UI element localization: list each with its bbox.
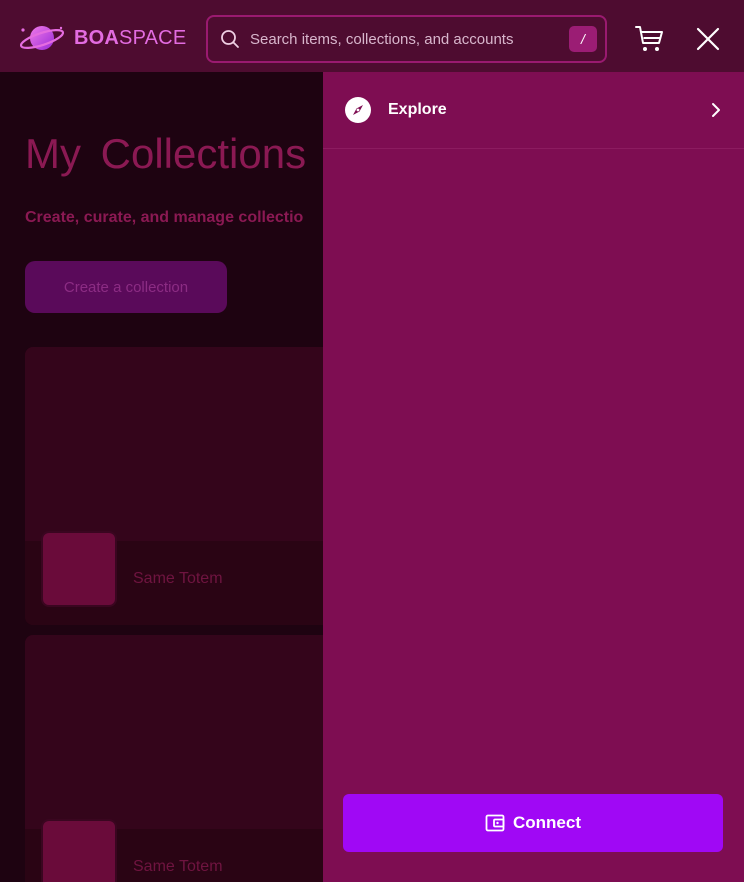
collection-name: Same Totem xyxy=(133,858,223,875)
search-bar[interactable]: / xyxy=(206,15,607,63)
side-menu-panel: Explore Connect xyxy=(323,72,744,882)
collection-name: Same Totem xyxy=(133,570,223,587)
connect-button-label: Connect xyxy=(513,813,581,832)
boaspace-logo[interactable]: BOASPACE xyxy=(18,22,186,54)
collection-banner xyxy=(25,347,345,541)
chevron-right-icon xyxy=(712,103,720,117)
search-shortcut-badge: / xyxy=(569,26,597,52)
wallet-icon xyxy=(485,814,505,832)
collection-banner xyxy=(25,635,345,829)
menu-item-explore[interactable]: Explore xyxy=(323,72,744,149)
page-title: My Collections xyxy=(25,130,307,177)
compass-icon xyxy=(345,97,371,123)
cart-icon[interactable] xyxy=(633,22,665,54)
logo-text-light: SPACE xyxy=(119,26,187,49)
menu-item-label: Explore xyxy=(388,101,447,118)
close-icon[interactable] xyxy=(694,25,722,53)
planet-logo-icon xyxy=(19,26,65,50)
collection-card[interactable]: Same Totem xyxy=(25,635,345,882)
create-collection-button[interactable]: Create a collection xyxy=(25,261,227,313)
search-input[interactable] xyxy=(250,25,560,53)
page-subtitle: Create, curate, and manage collectio xyxy=(25,209,304,226)
collection-card[interactable]: Same Totem xyxy=(25,347,345,625)
collection-thumbnail xyxy=(41,531,117,607)
search-icon xyxy=(221,30,239,48)
connect-wallet-button[interactable]: Connect xyxy=(343,794,723,852)
collection-thumbnail xyxy=(41,819,117,882)
logo-text-bold: BOA xyxy=(74,26,120,49)
top-header: BOASPACE / xyxy=(0,0,744,72)
